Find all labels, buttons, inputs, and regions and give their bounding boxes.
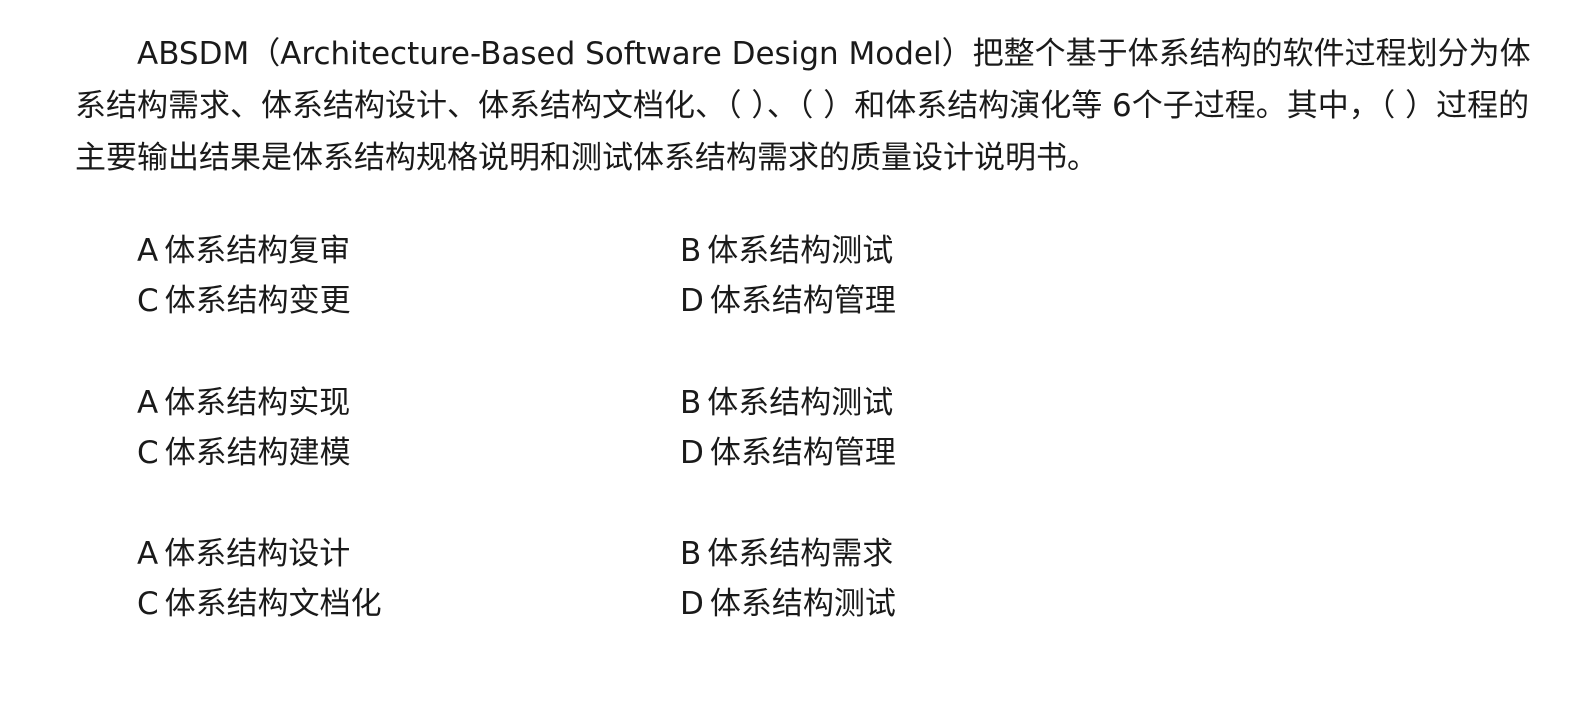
option-a[interactable]: A 体系结构设计 bbox=[137, 529, 680, 579]
option-row: C 体系结构文档化 D 体系结构测试 bbox=[137, 579, 1037, 629]
option-text: 体系结构变更 bbox=[164, 283, 351, 319]
option-group-1: A 体系结构复审 B 体系结构测试 C 体系结构变更 D 体系结构管理 bbox=[137, 226, 1037, 326]
option-d[interactable]: D 体系结构测试 bbox=[680, 579, 896, 629]
option-letter: A bbox=[137, 385, 159, 421]
option-c[interactable]: C 体系结构建模 bbox=[137, 428, 680, 478]
option-letter: C bbox=[137, 283, 159, 319]
option-text: 体系结构管理 bbox=[709, 283, 896, 319]
option-a[interactable]: A 体系结构实现 bbox=[137, 378, 680, 428]
option-a[interactable]: A 体系结构复审 bbox=[137, 226, 680, 276]
option-c[interactable]: C 体系结构文档化 bbox=[137, 579, 680, 629]
option-letter: D bbox=[680, 435, 704, 471]
option-row: C 体系结构变更 D 体系结构管理 bbox=[137, 276, 1037, 326]
option-d[interactable]: D 体系结构管理 bbox=[680, 428, 896, 478]
option-letter: D bbox=[680, 586, 704, 622]
option-text: 体系结构测试 bbox=[709, 586, 896, 622]
question-text: ABSDM（Architecture-Based Software Design… bbox=[75, 36, 1531, 176]
option-text: 体系结构实现 bbox=[164, 385, 351, 421]
option-row: A 体系结构复审 B 体系结构测试 bbox=[137, 226, 1037, 276]
option-b[interactable]: B 体系结构测试 bbox=[680, 226, 893, 276]
option-text: 体系结构建模 bbox=[164, 435, 351, 471]
option-letter: B bbox=[680, 536, 702, 572]
option-b[interactable]: B 体系结构测试 bbox=[680, 378, 893, 428]
option-text: 体系结构测试 bbox=[707, 385, 894, 421]
option-letter: A bbox=[137, 233, 159, 269]
option-group-3: A 体系结构设计 B 体系结构需求 C 体系结构文档化 D 体系结构测试 bbox=[137, 529, 1037, 629]
option-row: C 体系结构建模 D 体系结构管理 bbox=[137, 428, 1037, 478]
option-text: 体系结构复审 bbox=[164, 233, 351, 269]
option-text: 体系结构测试 bbox=[707, 233, 894, 269]
option-letter: C bbox=[137, 435, 159, 471]
option-text: 体系结构需求 bbox=[707, 536, 894, 572]
option-letter: D bbox=[680, 283, 704, 319]
option-letter: B bbox=[680, 233, 702, 269]
option-d[interactable]: D 体系结构管理 bbox=[680, 276, 896, 326]
option-letter: A bbox=[137, 536, 159, 572]
option-row: A 体系结构实现 B 体系结构测试 bbox=[137, 378, 1037, 428]
option-b[interactable]: B 体系结构需求 bbox=[680, 529, 893, 579]
option-letter: C bbox=[137, 586, 159, 622]
option-letter: B bbox=[680, 385, 702, 421]
option-group-2: A 体系结构实现 B 体系结构测试 C 体系结构建模 D 体系结构管理 bbox=[137, 378, 1037, 478]
option-row: A 体系结构设计 B 体系结构需求 bbox=[137, 529, 1037, 579]
option-text: 体系结构管理 bbox=[709, 435, 896, 471]
option-c[interactable]: C 体系结构变更 bbox=[137, 276, 680, 326]
option-text: 体系结构文档化 bbox=[164, 586, 382, 622]
option-text: 体系结构设计 bbox=[164, 536, 351, 572]
